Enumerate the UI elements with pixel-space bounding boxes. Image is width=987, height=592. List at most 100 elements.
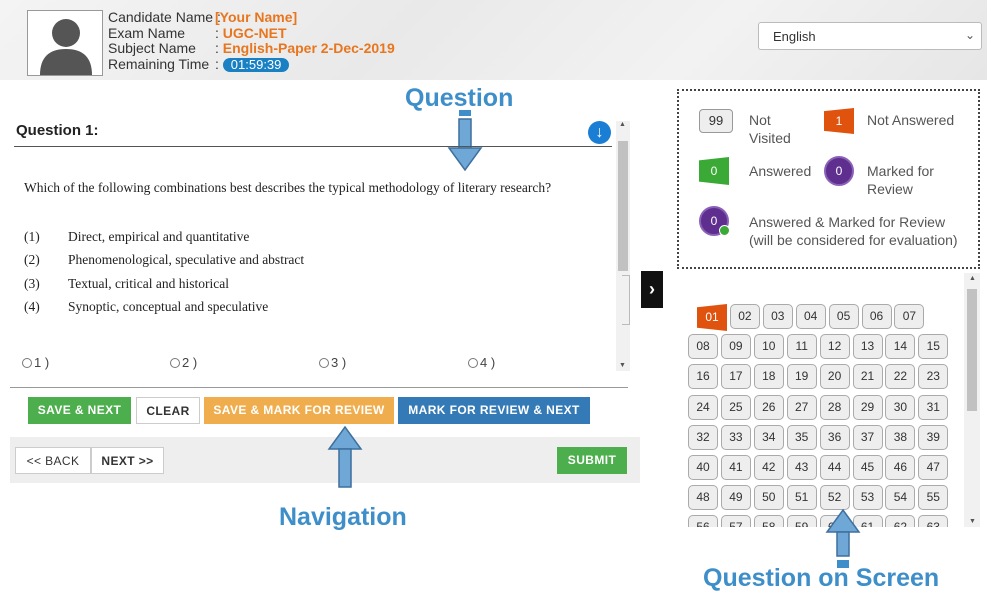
marked-review-badge: 0 (824, 156, 854, 186)
collapse-panel-chevron-right-icon[interactable]: › (641, 271, 663, 308)
question-number-button[interactable]: 58 (753, 515, 784, 527)
remaining-time-label: Remaining Time (108, 55, 210, 72)
question-number-button[interactable]: 18 (753, 364, 784, 390)
question-number-button[interactable]: 34 (753, 424, 784, 450)
exam-name-value: UGC-NET (222, 24, 287, 41)
question-text: Which of the following combinations best… (24, 180, 552, 195)
question-number-button[interactable]: 62 (885, 515, 916, 527)
scrollbar-thumb[interactable] (618, 141, 628, 271)
question-number-button[interactable]: 35 (786, 424, 817, 450)
question-number-button[interactable]: 37 (852, 424, 883, 450)
question-number-button[interactable]: 40 (688, 455, 718, 480)
question-number-button[interactable]: 30 (885, 394, 916, 420)
question-number-button[interactable]: 26 (753, 394, 784, 420)
scroll-down-button[interactable]: ↓ (588, 121, 611, 144)
question-number-button[interactable]: 28 (819, 394, 850, 420)
question-number-button[interactable]: 19 (786, 364, 817, 390)
question-number-button[interactable]: 31 (918, 394, 949, 420)
question-number-button[interactable]: 38 (885, 424, 916, 450)
question-number-button[interactable]: 05 (828, 304, 859, 329)
language-select[interactable]: English ⌄ (758, 22, 982, 50)
annotation-arrow-up-icon (825, 508, 861, 568)
question-number-button[interactable]: 59 (786, 515, 817, 527)
question-number-button[interactable]: 16 (688, 364, 718, 390)
question-number-button[interactable]: 25 (720, 394, 751, 420)
question-number-button[interactable]: 42 (753, 455, 784, 480)
question-number-button[interactable]: 51 (786, 485, 817, 511)
question-number-button[interactable]: 04 (795, 304, 826, 329)
question-number-button[interactable]: 49 (720, 485, 751, 511)
radio-option-1[interactable]: 1 ) (22, 355, 49, 370)
question-number-button[interactable]: 57 (720, 515, 751, 527)
palette-scrollbar[interactable]: ▲ ▼ (964, 273, 980, 527)
question-number-button[interactable]: 36 (819, 424, 850, 450)
question-number-button[interactable]: 45 (852, 455, 883, 480)
frame-edge (622, 275, 630, 325)
user-icon (40, 19, 92, 75)
clear-button[interactable]: CLEAR (136, 397, 200, 424)
radio-option-3[interactable]: 3 ) (319, 355, 346, 370)
question-number-button[interactable]: 21 (852, 364, 883, 390)
candidate-name-value: [Your Name] (215, 9, 298, 25)
scroll-down-arrow-icon[interactable]: ▼ (969, 518, 976, 525)
question-number-button[interactable]: 14 (885, 334, 916, 360)
question-number-button[interactable]: 23 (918, 364, 949, 390)
avatar (27, 10, 103, 76)
scroll-up-arrow-icon[interactable]: ▲ (969, 275, 976, 282)
question-number-button[interactable]: 63 (918, 515, 949, 527)
question-number-button[interactable]: 55 (918, 485, 949, 511)
annotation-question-on-screen: Question on Screen (703, 564, 940, 592)
question-number-button[interactable]: 41 (720, 455, 751, 480)
question-number-button[interactable]: 11 (786, 334, 817, 360)
option-1: (1) Direct, empirical and quantitative (24, 229, 250, 244)
question-number-button[interactable]: 08 (688, 334, 718, 360)
answered-badge: 0 (699, 157, 729, 185)
save-mark-review-button[interactable]: SAVE & MARK FOR REVIEW (204, 397, 394, 424)
question-panel: Question 1: ↓ ▲ ▼ Which of the following… (10, 113, 630, 375)
question-number-button[interactable]: 32 (688, 424, 718, 450)
save-next-button[interactable]: SAVE & NEXT (28, 397, 131, 424)
scroll-up-arrow-icon[interactable]: ▲ (619, 121, 626, 128)
question-number-button[interactable]: 47 (918, 455, 949, 480)
question-number-button[interactable]: 54 (885, 485, 916, 511)
back-button[interactable]: << BACK (15, 447, 91, 474)
question-number-button[interactable]: 43 (786, 455, 817, 480)
question-number-button[interactable]: 07 (894, 304, 925, 329)
subject-name-value: English-Paper 2-Dec-2019 (222, 40, 395, 56)
question-number-button[interactable]: 33 (720, 424, 751, 450)
question-number-button[interactable]: 53 (852, 485, 883, 511)
radio-option-4[interactable]: 4 ) (468, 355, 495, 370)
scrollbar-thumb[interactable] (967, 289, 977, 411)
question-number-button[interactable]: 03 (762, 304, 793, 329)
question-number-button[interactable]: 29 (852, 394, 883, 420)
question-number-button[interactable]: 12 (819, 334, 850, 360)
question-number-button[interactable]: 09 (720, 334, 751, 360)
question-number-button[interactable]: 13 (852, 334, 883, 360)
question-number-button[interactable]: 46 (885, 455, 916, 480)
question-number-button[interactable]: 27 (786, 394, 817, 420)
question-number-button[interactable]: 52 (819, 485, 850, 511)
radio-option-2[interactable]: 2 ) (170, 355, 197, 370)
question-number-button[interactable]: 06 (861, 304, 892, 329)
question-number-button[interactable]: 44 (819, 455, 850, 480)
question-number-button[interactable]: 50 (753, 485, 784, 511)
question-number-button[interactable]: 17 (720, 364, 751, 390)
mark-review-next-button[interactable]: MARK FOR REVIEW & NEXT (398, 397, 590, 424)
question-number-button[interactable]: 10 (753, 334, 784, 360)
question-number-button[interactable]: 48 (688, 485, 718, 511)
question-number-button[interactable]: 24 (688, 394, 718, 420)
question-number-button[interactable]: 01 (697, 304, 727, 331)
scroll-down-arrow-icon[interactable]: ▼ (619, 362, 626, 369)
question-number-button[interactable]: 39 (918, 424, 949, 450)
next-button[interactable]: NEXT >> (91, 447, 164, 474)
question-scrollbar[interactable]: ▲ ▼ (616, 121, 630, 371)
question-number-button[interactable]: 15 (918, 334, 949, 360)
question-number-button[interactable]: 22 (885, 364, 916, 390)
question-number-button[interactable]: 02 (729, 304, 760, 329)
language-value: English (773, 29, 816, 44)
question-number-button[interactable]: 20 (819, 364, 850, 390)
question-number-button[interactable]: 56 (688, 515, 718, 527)
submit-button[interactable]: SUBMIT (557, 447, 627, 474)
green-dot-icon (719, 225, 730, 236)
not-answered-label: Not Answered (867, 112, 955, 128)
